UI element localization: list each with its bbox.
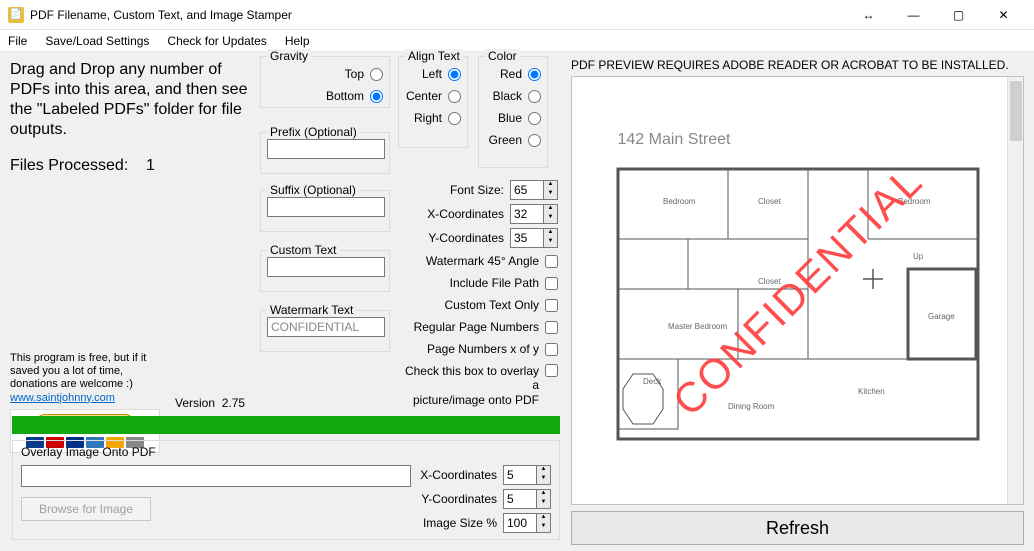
svg-text:Closet: Closet: [758, 197, 781, 206]
check-reg-page-label: Regular Page Numbers: [414, 320, 539, 334]
x-coord-spinner[interactable]: ▲▼: [510, 204, 558, 224]
overlay-title: Overlay Image Onto PDF: [21, 445, 551, 459]
check-angle-label: Watermark 45° Angle: [426, 254, 539, 268]
custom-text-input[interactable]: [267, 257, 385, 277]
align-center-radio[interactable]: [448, 90, 461, 103]
x-coord-input[interactable]: [510, 204, 544, 224]
overlay-x-spinner[interactable]: ▲▼: [503, 465, 551, 485]
check-filepath[interactable]: [545, 277, 558, 290]
color-black-label: Black: [493, 89, 522, 103]
version-value: 2.75: [222, 396, 245, 410]
menu-file[interactable]: File: [8, 34, 27, 48]
color-blue-radio[interactable]: [528, 112, 541, 125]
version-label: Version: [175, 396, 215, 410]
close-button[interactable]: ✕: [981, 0, 1026, 30]
overlay-section: Overlay Image Onto PDF Browse for Image …: [12, 440, 560, 540]
check-overlay-label1: Check this box to overlay a: [405, 364, 539, 392]
svg-text:Bedroom: Bedroom: [663, 197, 696, 206]
titlebar: 📄 PDF Filename, Custom Text, and Image S…: [0, 0, 1034, 30]
custom-text-title: Custom Text: [267, 243, 339, 257]
progress-bar: [12, 416, 560, 434]
refresh-button[interactable]: Refresh: [571, 511, 1024, 545]
gravity-title: Gravity: [267, 49, 311, 63]
watermark-text-input[interactable]: [267, 317, 385, 337]
color-red-label: Red: [500, 67, 522, 81]
check-angle[interactable]: [545, 255, 558, 268]
svg-text:Kitchen: Kitchen: [858, 387, 885, 396]
gravity-top-label: Top: [345, 67, 364, 81]
y-coord-label: Y-Coordinates: [428, 231, 504, 245]
align-left-radio[interactable]: [448, 68, 461, 81]
overlay-y-spinner[interactable]: ▲▼: [503, 489, 551, 509]
svg-text:Dining Room: Dining Room: [728, 402, 775, 411]
suffix-input[interactable]: [267, 197, 385, 217]
minimize-button[interactable]: —: [891, 0, 936, 30]
maximize-button[interactable]: ▢: [936, 0, 981, 30]
align-center-label: Center: [406, 89, 442, 103]
prefix-title: Prefix (Optional): [267, 125, 360, 139]
overlay-x-label: X-Coordinates: [420, 468, 497, 482]
preview-note: PDF PREVIEW REQUIRES ADOBE READER OR ACR…: [571, 58, 1024, 74]
svg-text:Up: Up: [913, 252, 924, 261]
check-custom-only[interactable]: [545, 299, 558, 312]
check-custom-only-label: Custom Text Only: [445, 298, 539, 312]
menu-save-load[interactable]: Save/Load Settings: [45, 34, 149, 48]
align-left-label: Left: [422, 67, 442, 81]
svg-text:Deck: Deck: [643, 377, 662, 386]
preview-address: 142 Main Street: [618, 131, 731, 149]
color-black-radio[interactable]: [528, 90, 541, 103]
prefix-input[interactable]: [267, 139, 385, 159]
svg-text:Master Bedroom: Master Bedroom: [668, 322, 727, 331]
window-title: PDF Filename, Custom Text, and Image Sta…: [30, 8, 846, 22]
menu-help[interactable]: Help: [285, 34, 310, 48]
overlay-size-spinner[interactable]: ▲▼: [503, 513, 551, 533]
donate-text: This program is free, but if it saved yo…: [10, 352, 170, 392]
color-green-label: Green: [489, 133, 522, 147]
check-reg-page[interactable]: [545, 321, 558, 334]
resize-grip-icon[interactable]: ↔: [846, 0, 891, 30]
font-size-label: Font Size:: [450, 183, 504, 197]
pdf-preview: 142 Main Street: [571, 76, 1024, 505]
overlay-path-input[interactable]: [21, 465, 411, 487]
svg-text:Garage: Garage: [928, 312, 955, 321]
overlay-size-label: Image Size %: [423, 516, 497, 530]
check-overlay[interactable]: [545, 364, 558, 377]
color-green-radio[interactable]: [528, 134, 541, 147]
align-right-radio[interactable]: [448, 112, 461, 125]
font-size-spinner[interactable]: ▲▼: [510, 180, 558, 200]
gravity-bottom-radio[interactable]: [370, 90, 383, 103]
files-processed-label: Files Processed:: [10, 157, 128, 174]
check-page-xy-label: Page Numbers x of y: [427, 342, 539, 356]
align-right-label: Right: [414, 111, 442, 125]
y-coord-input[interactable]: [510, 228, 544, 248]
check-page-xy[interactable]: [545, 343, 558, 356]
gravity-bottom-label: Bottom: [326, 89, 364, 103]
menu-check-updates[interactable]: Check for Updates: [167, 34, 266, 48]
suffix-title: Suffix (Optional): [267, 183, 359, 197]
align-title: Align Text: [405, 49, 463, 63]
color-red-radio[interactable]: [528, 68, 541, 81]
x-coord-label: X-Coordinates: [427, 207, 504, 221]
check-overlay-label2: picture/image onto PDF: [413, 393, 539, 407]
color-title: Color: [485, 49, 520, 63]
watermark-text-title: Watermark Text: [267, 303, 356, 317]
check-filepath-label: Include File Path: [450, 276, 539, 290]
y-coord-spinner[interactable]: ▲▼: [510, 228, 558, 248]
app-icon: 📄: [8, 7, 24, 23]
gravity-top-radio[interactable]: [370, 68, 383, 81]
font-size-input[interactable]: [510, 180, 544, 200]
color-blue-label: Blue: [498, 111, 522, 125]
drop-instructions: Drag and Drop any number of PDFs into th…: [10, 60, 250, 140]
preview-scrollbar[interactable]: [1007, 77, 1023, 504]
overlay-y-label: Y-Coordinates: [421, 492, 497, 506]
browse-image-button[interactable]: Browse for Image: [21, 497, 151, 521]
donate-link[interactable]: www.saintjohnny.com: [10, 392, 115, 404]
files-processed-value: 1: [146, 157, 155, 174]
